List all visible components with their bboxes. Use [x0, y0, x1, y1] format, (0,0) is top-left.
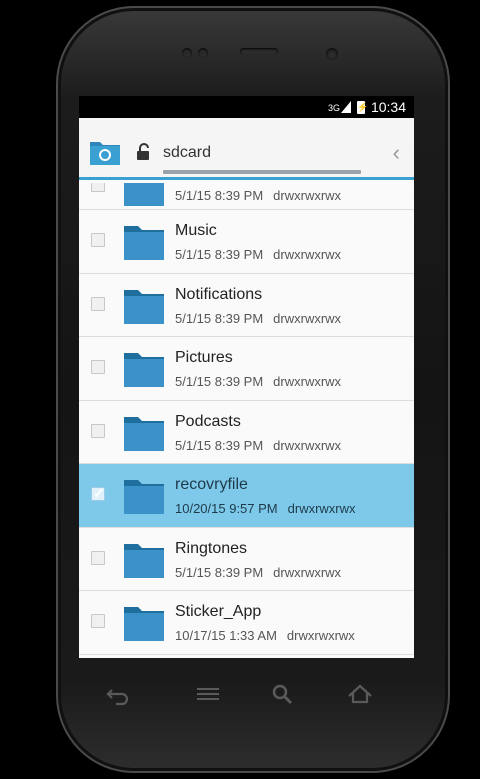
network-type: 3G — [327, 103, 340, 113]
file-date: 5/1/15 8:39 PM — [175, 247, 264, 262]
status-bar: 3G ⚡ 10:34 — [79, 96, 414, 118]
folder-icon — [124, 353, 164, 387]
folder-icon — [124, 226, 164, 260]
proximity-sensor — [182, 48, 192, 58]
checkbox-checked[interactable] — [91, 485, 105, 502]
folder-icon — [124, 607, 164, 641]
chevron-left-icon[interactable]: ‹ — [393, 140, 400, 166]
back-arrow-icon[interactable] — [104, 680, 132, 708]
file-permissions: drwxrwxrwx — [287, 501, 356, 516]
menu-icon[interactable] — [194, 680, 222, 708]
folder-icon — [124, 543, 164, 578]
signal-icon — [340, 101, 351, 113]
unlock-icon[interactable] — [135, 143, 151, 161]
file-meta: 10/20/15 9:57 PM drwxrwxrwx — [175, 501, 356, 516]
file-name: Music — [175, 222, 217, 239]
light-sensor — [198, 48, 208, 58]
checkbox[interactable] — [91, 360, 105, 374]
path-underline — [163, 170, 361, 174]
folder-icon — [124, 183, 164, 206]
list-item[interactable]: Sticker_App 10/17/15 1:33 AM drwxrwxrwx — [79, 591, 414, 655]
checkbox[interactable] — [91, 550, 105, 565]
file-name: Ringtones — [175, 539, 248, 557]
file-name: Sticker_App — [175, 603, 262, 620]
file-permissions: drwxrwxrwx — [286, 628, 355, 643]
home-icon[interactable] — [346, 680, 374, 708]
signal-indicator: 3G — [328, 101, 351, 113]
folder-icon — [124, 289, 164, 324]
checkbox[interactable] — [91, 423, 105, 438]
path-header: sdcard ‹ — [79, 118, 414, 180]
checkbox[interactable] — [91, 233, 105, 247]
file-name: Podcasts — [175, 412, 241, 430]
file-date: 10/20/15 9:57 PM — [175, 501, 278, 516]
front-camera — [326, 48, 338, 60]
file-permissions: drwxrwxrwx — [273, 564, 342, 580]
checkbox[interactable] — [91, 183, 105, 192]
file-date: 10/17/15 1:33 AM — [175, 628, 277, 643]
folder-icon[interactable] — [89, 138, 121, 166]
file-permissions: drwxrwxrwx — [273, 247, 342, 262]
file-permissions: drwxrwxrwx — [273, 188, 342, 203]
file-meta: 5/1/15 8:39 PM drwxrwxrwx — [175, 438, 341, 453]
file-meta: 5/1/15 8:39 PM drwxrwxrwx — [175, 565, 341, 580]
list-item-selected[interactable]: recovryfile 10/20/15 9:57 PM drwxrwxrwx — [79, 464, 414, 528]
file-date: 5/1/15 8:39 PM — [175, 310, 264, 326]
earpiece-speaker — [240, 48, 278, 55]
battery-icon: ⚡ — [356, 100, 369, 114]
file-permissions: drwxrwxrwx — [273, 374, 342, 389]
hardware-nav-bar — [96, 676, 392, 712]
file-meta: 5/1/15 8:39 PM drwxrwxrwx — [175, 188, 341, 203]
list-item[interactable]: Music 5/1/15 8:39 PM drwxrwxrwx — [79, 210, 414, 274]
list-item[interactable]: Pictures 5/1/15 8:39 PM drwxrwxrwx — [79, 337, 414, 401]
list-item[interactable]: Ringtones 5/1/15 8:39 PM drwxrwxrwx — [79, 527, 414, 591]
file-meta: 10/17/15 1:33 AM drwxrwxrwx — [175, 628, 355, 643]
file-date: 5/1/15 8:39 PM — [175, 188, 264, 203]
file-meta: 5/1/15 8:39 PM drwxrwxrwx — [175, 374, 341, 389]
checkbox[interactable] — [91, 614, 105, 628]
checkbox[interactable] — [91, 296, 105, 311]
file-name: Pictures — [175, 349, 233, 366]
file-name: Notifications — [175, 285, 263, 303]
file-permissions: drwxrwxrwx — [273, 310, 342, 326]
folder-icon — [124, 480, 164, 514]
file-meta: 5/1/15 8:39 PM drwxrwxrwx — [175, 311, 341, 326]
list-item[interactable]: 5/1/15 8:39 PM drwxrwxrwx — [79, 183, 414, 210]
file-meta: 5/1/15 8:39 PM drwxrwxrwx — [175, 247, 341, 262]
search-icon[interactable] — [268, 680, 296, 708]
file-permissions: drwxrwxrwx — [273, 437, 342, 453]
folder-icon — [124, 416, 164, 451]
list-item[interactable]: Notifications 5/1/15 8:39 PM drwxrwxrwx — [79, 273, 414, 337]
screen: 3G ⚡ 10:34 sdcard ‹ 5/1/15 8:39 PM drwxrw… — [79, 96, 414, 658]
file-list: 5/1/15 8:39 PM drwxrwxrwx Music 5/1/15 8:… — [79, 183, 414, 655]
file-date: 5/1/15 8:39 PM — [175, 564, 264, 580]
current-path[interactable]: sdcard — [163, 144, 211, 162]
file-name: recovryfile — [175, 476, 248, 493]
list-item[interactable]: Podcasts 5/1/15 8:39 PM drwxrwxrwx — [79, 400, 414, 464]
status-time: 10:34 — [370, 99, 406, 115]
file-date: 5/1/15 8:39 PM — [175, 437, 264, 453]
file-date: 5/1/15 8:39 PM — [175, 374, 264, 389]
